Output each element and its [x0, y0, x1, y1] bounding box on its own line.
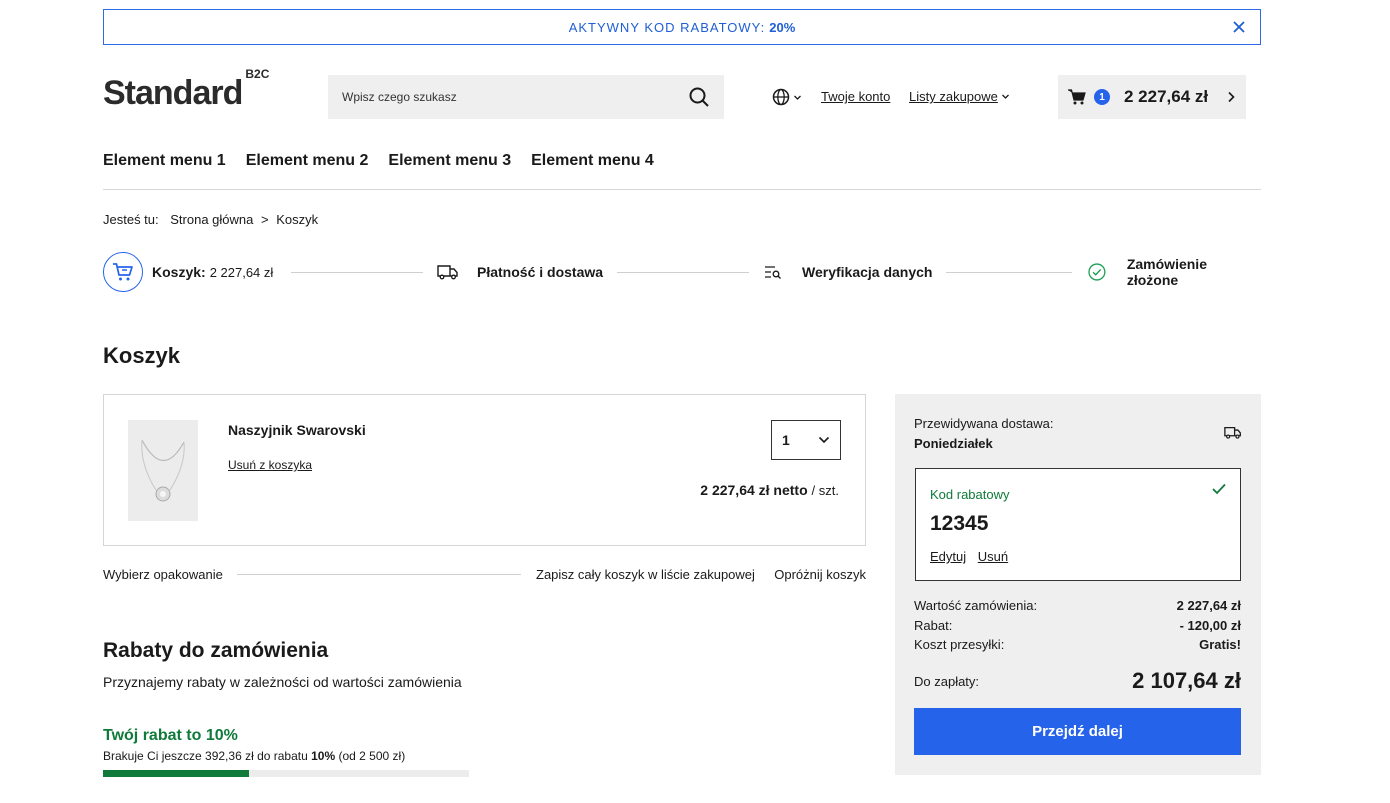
delivery-day: Poniedziałek [914, 436, 993, 451]
breadcrumb-home[interactable]: Strona główna [170, 212, 253, 227]
shipping-value: Gratis! [1199, 637, 1241, 652]
cart-item: Naszyjnik Swarovski Usuń z koszyka 1 2 2… [103, 394, 866, 546]
order-value-row: Wartość zamówienia: 2 227,64 zł [914, 598, 1241, 613]
shopping-lists-link[interactable]: Listy zakupowe [909, 89, 1010, 104]
divider [103, 189, 1261, 190]
search-bar [328, 75, 724, 119]
step-verification-label: Weryfikacja danych [802, 264, 933, 280]
header-cart-button[interactable]: 1 2 227,64 zł [1058, 75, 1246, 119]
step-connector [291, 272, 423, 273]
divider [237, 574, 521, 575]
logo[interactable]: StandardB2C [103, 67, 269, 113]
menu-item-3[interactable]: Element menu 3 [388, 152, 511, 170]
chevron-down-icon [818, 436, 830, 444]
item-price-unit: / szt. [811, 483, 839, 498]
step-done[interactable]: Zamówienie złożone [1088, 252, 1261, 292]
quantity-select[interactable]: 1 [771, 420, 841, 460]
promo-label: AKTYWNY KOD RABATOWY: [568, 19, 766, 35]
missing-amount: Brakuje Ci jeszcze 392,36 zł do rabatu [103, 749, 308, 763]
breadcrumb: Jesteś tu: Strona główna > Koszyk [103, 212, 322, 227]
shipping-label: Koszt przesyłki: [914, 637, 1005, 652]
language-selector[interactable] [772, 88, 802, 106]
quantity-value: 1 [782, 432, 790, 448]
cart-actions: Wybierz opakowanie Zapisz cały koszyk w … [103, 567, 866, 583]
discount-progress-bar [103, 770, 469, 777]
remove-from-cart-link[interactable]: Usuń z koszyka [228, 458, 312, 472]
next-threshold: (od 2 500 zł) [338, 749, 406, 763]
shipping-row: Koszt przesyłki: Gratis! [914, 637, 1241, 652]
item-price-value: 2 227,64 zł netto [700, 482, 808, 498]
save-cart-to-list-link[interactable]: Zapisz cały koszyk w liście zakupowej [536, 567, 755, 582]
cart-count-badge: 1 [1094, 89, 1110, 105]
discount-code-label: Kod rabatowy [930, 487, 1010, 502]
list-search-icon [765, 266, 781, 279]
discount-missing-text: Brakuje Ci jeszcze 392,36 zł do rabatu 1… [103, 749, 405, 763]
breadcrumb-current: Koszyk [276, 212, 319, 227]
step-cart-value: 2 227,64 zł [209, 264, 274, 280]
product-image[interactable] [128, 420, 198, 521]
shopping-lists-label: Listy zakupowe [909, 89, 998, 104]
truck-icon [437, 265, 458, 280]
discount-value: - 120,00 zł [1179, 618, 1241, 633]
cart-total: 2 227,64 zł [1124, 87, 1209, 106]
breadcrumb-prefix: Jesteś tu: [103, 212, 159, 227]
step-payment[interactable]: Płatność i dostawa [437, 252, 603, 292]
chevron-down-icon [794, 95, 801, 100]
promo-banner: AKTYWNY KOD RABATOWY: 20% [103, 9, 1261, 45]
step-payment-label: Płatność i dostawa [477, 264, 604, 280]
current-discount: Twój rabat to 10% [103, 727, 238, 744]
order-value-label: Wartość zamówienia: [914, 598, 1038, 613]
account-link[interactable]: Twoje konto [821, 89, 890, 104]
edit-code-link[interactable]: Edytuj [930, 549, 966, 564]
chevron-right-icon [1228, 91, 1235, 103]
step-cart-label: Koszyk: [152, 264, 206, 280]
globe-icon [772, 88, 790, 106]
page-title: Koszyk [103, 343, 181, 368]
cart-step-icon [103, 252, 143, 292]
discount-code-box: Kod rabatowy 12345 Edytuj Usuń [915, 468, 1241, 581]
discount-progress-fill [103, 770, 250, 777]
search-icon[interactable] [688, 86, 710, 108]
delivery-label: Przewidywana dostawa: [914, 416, 1054, 431]
discounts-title: Rabaty do zamówienia [103, 639, 329, 662]
choose-packaging-link[interactable]: Wybierz opakowanie [103, 567, 223, 582]
next-discount: 10% [311, 749, 336, 763]
product-name[interactable]: Naszyjnik Swarovski [228, 422, 366, 438]
order-summary: Przewidywana dostawa: Poniedziałek Kod r… [895, 394, 1261, 775]
order-value: 2 227,64 zł [1176, 598, 1241, 613]
breadcrumb-separator: > [261, 212, 269, 227]
discounts-subtitle: Przyznajemy rabaty w zależności od warto… [103, 674, 462, 690]
promo-value: 20% [769, 19, 796, 35]
step-connector [946, 272, 1072, 273]
step-verification[interactable]: Weryfikacja danych [764, 252, 932, 292]
menu-item-4[interactable]: Element menu 4 [531, 152, 654, 170]
check-icon [1212, 483, 1226, 495]
checkout-steps: Koszyk: 2 227,64 zł Płatność i dostawa W… [103, 252, 1261, 292]
step-done-label: Zamówienie złożone [1126, 256, 1207, 288]
to-pay-value: 2 107,64 zł [1132, 668, 1241, 693]
discount-code-value: 12345 [930, 512, 989, 535]
step-cart[interactable]: Koszyk: 2 227,64 zł [103, 252, 273, 292]
empty-cart-link[interactable]: Opróżnij koszyk [774, 567, 866, 582]
item-price: 2 227,64 zł netto / szt. [700, 482, 839, 498]
step-connector [617, 272, 749, 273]
proceed-button[interactable]: Przejdź dalej [914, 708, 1241, 755]
main-menu: Element menu 1 Element menu 2 Element me… [103, 152, 654, 170]
truck-icon [1224, 426, 1241, 439]
menu-item-1[interactable]: Element menu 1 [103, 152, 226, 170]
cart-icon [1068, 89, 1086, 105]
discount-label: Rabat: [914, 618, 953, 633]
chevron-down-icon [1001, 94, 1009, 99]
check-circle-icon [1088, 263, 1106, 281]
remove-code-link[interactable]: Usuń [978, 549, 1008, 564]
discount-row: Rabat: - 120,00 zł [914, 618, 1241, 633]
menu-item-2[interactable]: Element menu 2 [246, 152, 369, 170]
to-pay-row: Do zapłaty: 2 107,64 zł [914, 668, 1241, 694]
search-input[interactable] [342, 90, 688, 104]
to-pay-label: Do zapłaty: [914, 673, 980, 689]
close-icon[interactable] [1230, 18, 1248, 36]
